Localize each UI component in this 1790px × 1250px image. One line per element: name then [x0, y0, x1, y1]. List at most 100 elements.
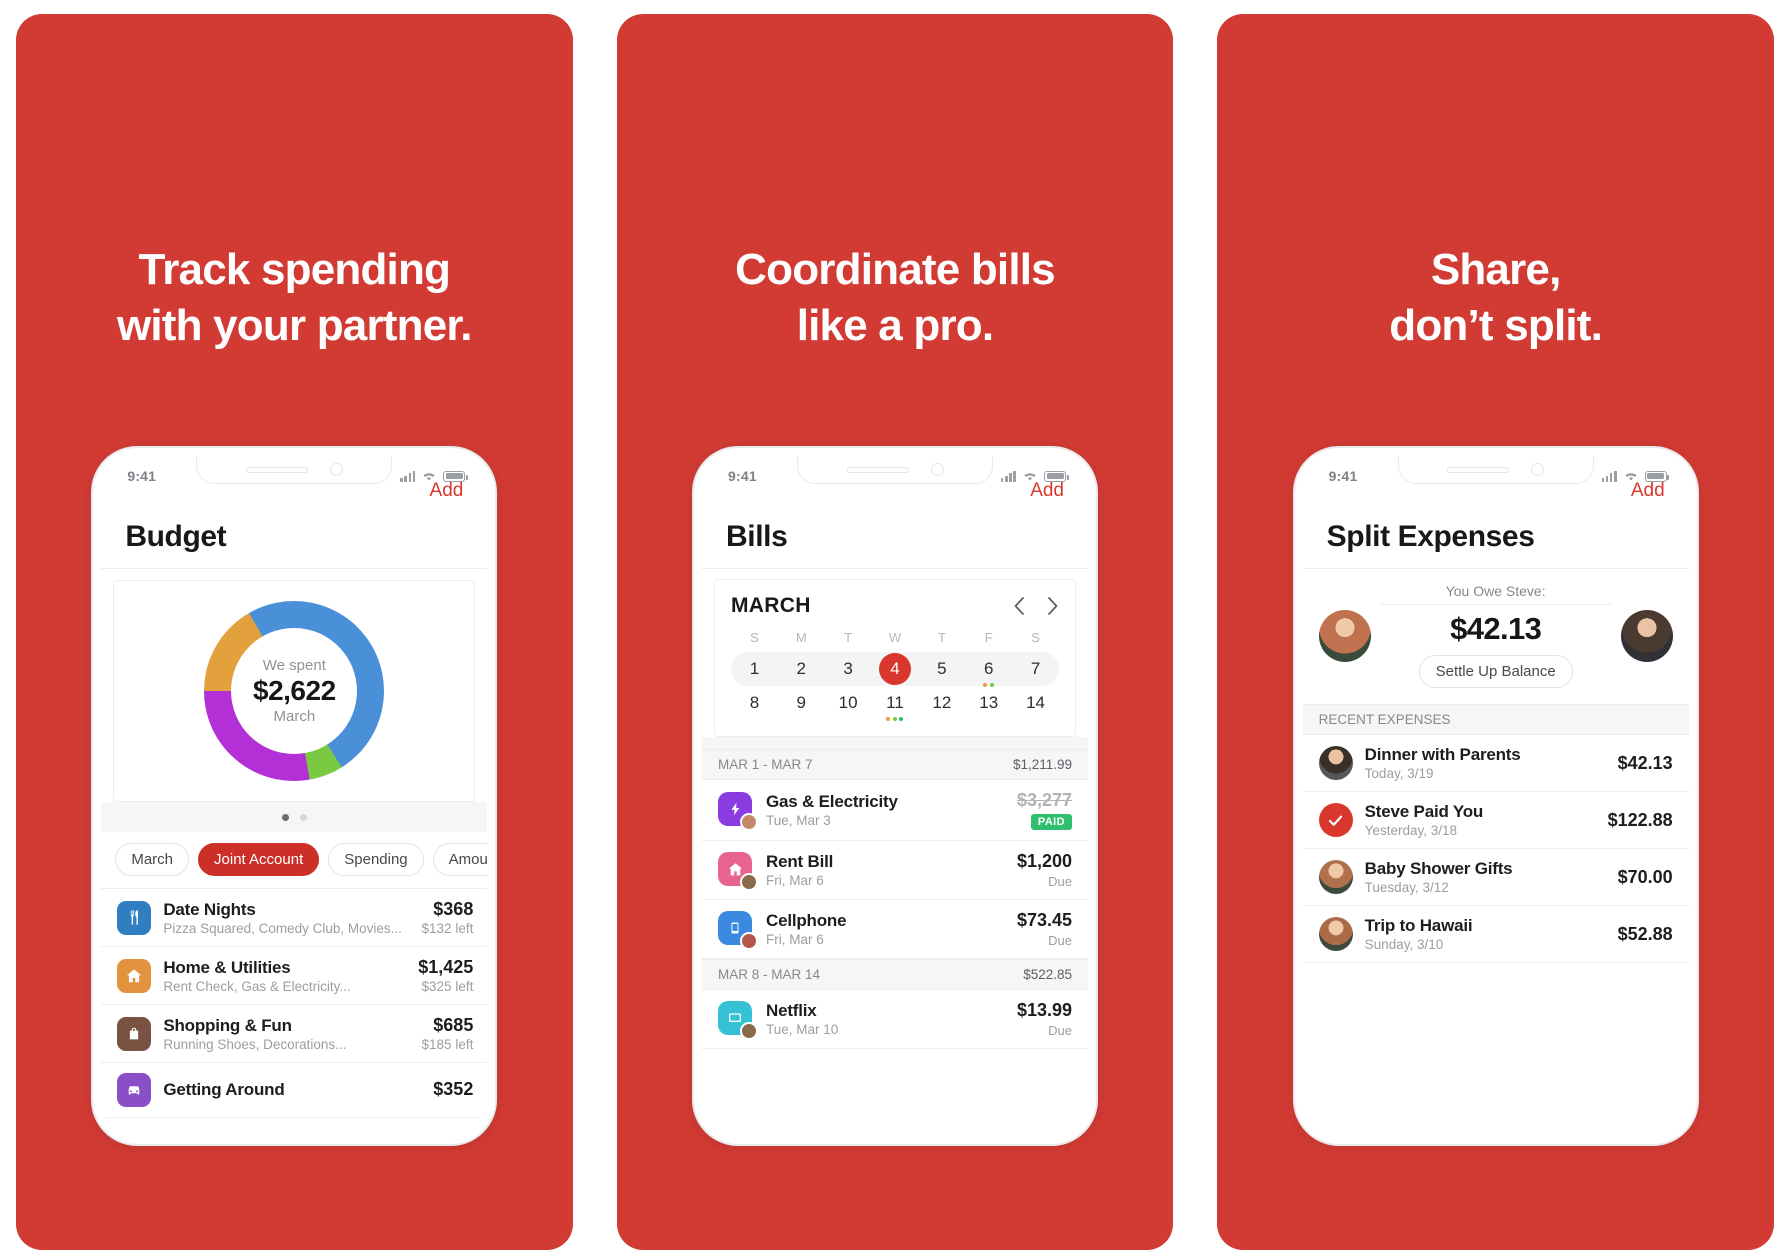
chevron-right-icon[interactable] — [1046, 596, 1059, 616]
calendar-week-2: 8 9 10 11 12 13 14 — [731, 686, 1059, 721]
budget-row-getting-around[interactable]: Getting Around $352 — [101, 1063, 488, 1118]
calendar-day-4-today[interactable]: 4 — [872, 652, 919, 686]
filter-pill-amount[interactable]: Amount: H — [432, 843, 488, 876]
budget-row-shopping-fun[interactable]: Shopping & Fun Running Shoes, Decoration… — [101, 1005, 488, 1063]
spending-donut-chart: We spent $2,622 March — [204, 601, 385, 781]
calendar-nav[interactable] — [1013, 596, 1059, 616]
bill-status: Due — [1048, 933, 1072, 948]
bill-amount: $73.45 — [1016, 910, 1072, 930]
expense-text: Dinner with Parents Today, 3/19 — [1365, 745, 1606, 781]
bill-row-gas-electricity[interactable]: Gas & Electricity Tue, Mar 3 $3,277 PAID — [702, 780, 1088, 841]
cutlery-icon — [117, 900, 152, 935]
phone-screen-bills: 9:41 Add Bills MARCH S M T W T F S 1 2 3… — [702, 456, 1088, 1136]
chevron-left-icon[interactable] — [1013, 596, 1026, 616]
phone-power-button[interactable] — [1096, 626, 1098, 704]
phone-silent-switch[interactable] — [91, 540, 93, 570]
headline-line-2: with your partner. — [116, 301, 473, 351]
phone-volume-up-button[interactable] — [1293, 596, 1295, 650]
panel-coordinate-bills: Coordinate bills like a pro. 9:41 Add Bi… — [616, 14, 1174, 1250]
status-time: 9:41 — [1328, 468, 1358, 484]
status-badge: PAID — [1030, 814, 1072, 830]
budget-row-text: Shopping & Fun Running Shoes, Decoration… — [163, 1016, 409, 1052]
section-range: MAR 8 - MAR 14 — [718, 967, 821, 982]
balance-row: You Owe Steve: $42.13 Settle Up Balance — [1318, 583, 1673, 688]
status-time: 9:41 — [127, 468, 157, 484]
front-camera-icon — [930, 463, 944, 476]
calendar-day-8[interactable]: 8 — [731, 686, 778, 720]
phone-power-button[interactable] — [495, 626, 497, 704]
bill-row-values: $13.99 Due — [1017, 1000, 1072, 1038]
dow-w: W — [888, 630, 902, 645]
panel-headline-1: Track spending with your partner. — [16, 242, 573, 355]
calendar-day-3[interactable]: 3 — [825, 652, 872, 686]
phone-silent-switch[interactable] — [1293, 540, 1295, 570]
bill-amount: $3,277 — [1016, 790, 1072, 810]
filter-pill-spending[interactable]: Spending — [328, 843, 424, 876]
owe-label: You Owe Steve: — [1380, 583, 1611, 605]
expense-row-trip-hawaii[interactable]: Trip to Hawaii Sunday, 3/10 $52.88 — [1302, 906, 1689, 963]
budget-row-date-nights[interactable]: Date Nights Pizza Squared, Comedy Club, … — [101, 889, 488, 947]
expense-row-dinner[interactable]: Dinner with Parents Today, 3/19 $42.13 — [1302, 735, 1689, 792]
calendar-day-2[interactable]: 2 — [778, 652, 825, 686]
phone-power-button[interactable] — [1697, 626, 1699, 704]
page-dot-2[interactable] — [299, 813, 307, 821]
expense-row-baby-shower[interactable]: Baby Shower Gifts Tuesday, 3/12 $70.00 — [1302, 849, 1689, 906]
budget-filter-pills[interactable]: March Joint Account Spending Amount: H — [101, 832, 488, 889]
carousel-page-dots[interactable] — [101, 802, 488, 832]
cellular-signal-icon — [1000, 470, 1016, 482]
expense-date: Today, 3/19 — [1364, 766, 1434, 781]
page-dot-1[interactable] — [281, 813, 289, 821]
phone-volume-up-button[interactable] — [91, 596, 93, 650]
expense-date: Sunday, 3/10 — [1364, 937, 1444, 952]
calendar-day-7[interactable]: 7 — [1012, 652, 1059, 686]
bill-icon-group — [718, 852, 758, 891]
day-number: 6 — [983, 659, 994, 678]
bill-title: Gas & Electricity — [766, 792, 898, 811]
calendar-day-5[interactable]: 5 — [918, 652, 965, 686]
list-spacer — [702, 737, 1088, 749]
donut-center-labels: We spent $2,622 March — [204, 601, 384, 781]
battery-icon — [1044, 470, 1069, 482]
budget-row-amount: $352 — [433, 1079, 474, 1099]
recent-expenses-header: RECENT EXPENSES — [1302, 704, 1689, 735]
phone-volume-down-button[interactable] — [692, 666, 694, 720]
filter-pill-month[interactable]: March — [115, 843, 190, 876]
calendar-day-13[interactable]: 13 — [965, 686, 1012, 720]
calendar-day-9[interactable]: 9 — [778, 686, 825, 720]
budget-row-home-utilities[interactable]: Home & Utilities Rent Check, Gas & Elect… — [101, 947, 488, 1005]
calendar-day-10[interactable]: 10 — [825, 686, 872, 720]
budget-row-subtitle: Rent Check, Gas & Electricity... — [163, 978, 351, 994]
bill-row-values: $1,200 Due — [1017, 851, 1072, 889]
phone-volume-down-button[interactable] — [1293, 666, 1295, 720]
day-number: 7 — [1030, 659, 1041, 678]
budget-row-title: Date Nights — [163, 899, 256, 919]
bill-amount: $1,200 — [1016, 851, 1072, 871]
bill-row-rent[interactable]: Rent Bill Fri, Mar 6 $1,200 Due — [702, 841, 1088, 900]
filter-pill-account[interactable]: Joint Account — [198, 843, 320, 876]
budget-row-title: Shopping & Fun — [163, 1015, 292, 1035]
phone-mockup-budget: 9:41 Add Budget We spent $2,622 March Ma… — [91, 446, 498, 1146]
wifi-icon — [421, 470, 437, 482]
bill-amount: $13.99 — [1016, 1000, 1072, 1020]
avatar — [1318, 746, 1353, 780]
budget-row-text: Getting Around — [163, 1080, 421, 1101]
calendar-day-14[interactable]: 14 — [1012, 686, 1059, 720]
expense-row-steve-paid[interactable]: Steve Paid You Yesterday, 3/18 $122.88 — [1302, 792, 1689, 849]
phone-silent-switch[interactable] — [692, 540, 694, 570]
settle-up-button[interactable]: Settle Up Balance — [1418, 655, 1573, 688]
phone-volume-up-button[interactable] — [692, 596, 694, 650]
budget-row-title: Home & Utilities — [163, 957, 291, 977]
headline-line-2: don’t split. — [1389, 301, 1603, 351]
bill-row-cellphone[interactable]: Cellphone Fri, Mar 6 $73.45 Due — [702, 900, 1088, 959]
budget-row-values: $368 $132 left — [422, 899, 474, 936]
expense-title: Steve Paid You — [1364, 802, 1484, 821]
calendar-day-1[interactable]: 1 — [731, 652, 778, 686]
calendar-day-12[interactable]: 12 — [918, 686, 965, 720]
calendar-day-11[interactable]: 11 — [872, 686, 919, 721]
bill-date: Tue, Mar 3 — [766, 813, 831, 828]
earpiece-speaker-icon — [1447, 466, 1510, 473]
section-total: $1,211.99 — [1012, 757, 1072, 772]
calendar-day-6[interactable]: 6 — [965, 652, 1012, 687]
bill-row-netflix[interactable]: Netflix Tue, Mar 10 $13.99 Due — [702, 990, 1088, 1049]
phone-volume-down-button[interactable] — [91, 666, 93, 720]
